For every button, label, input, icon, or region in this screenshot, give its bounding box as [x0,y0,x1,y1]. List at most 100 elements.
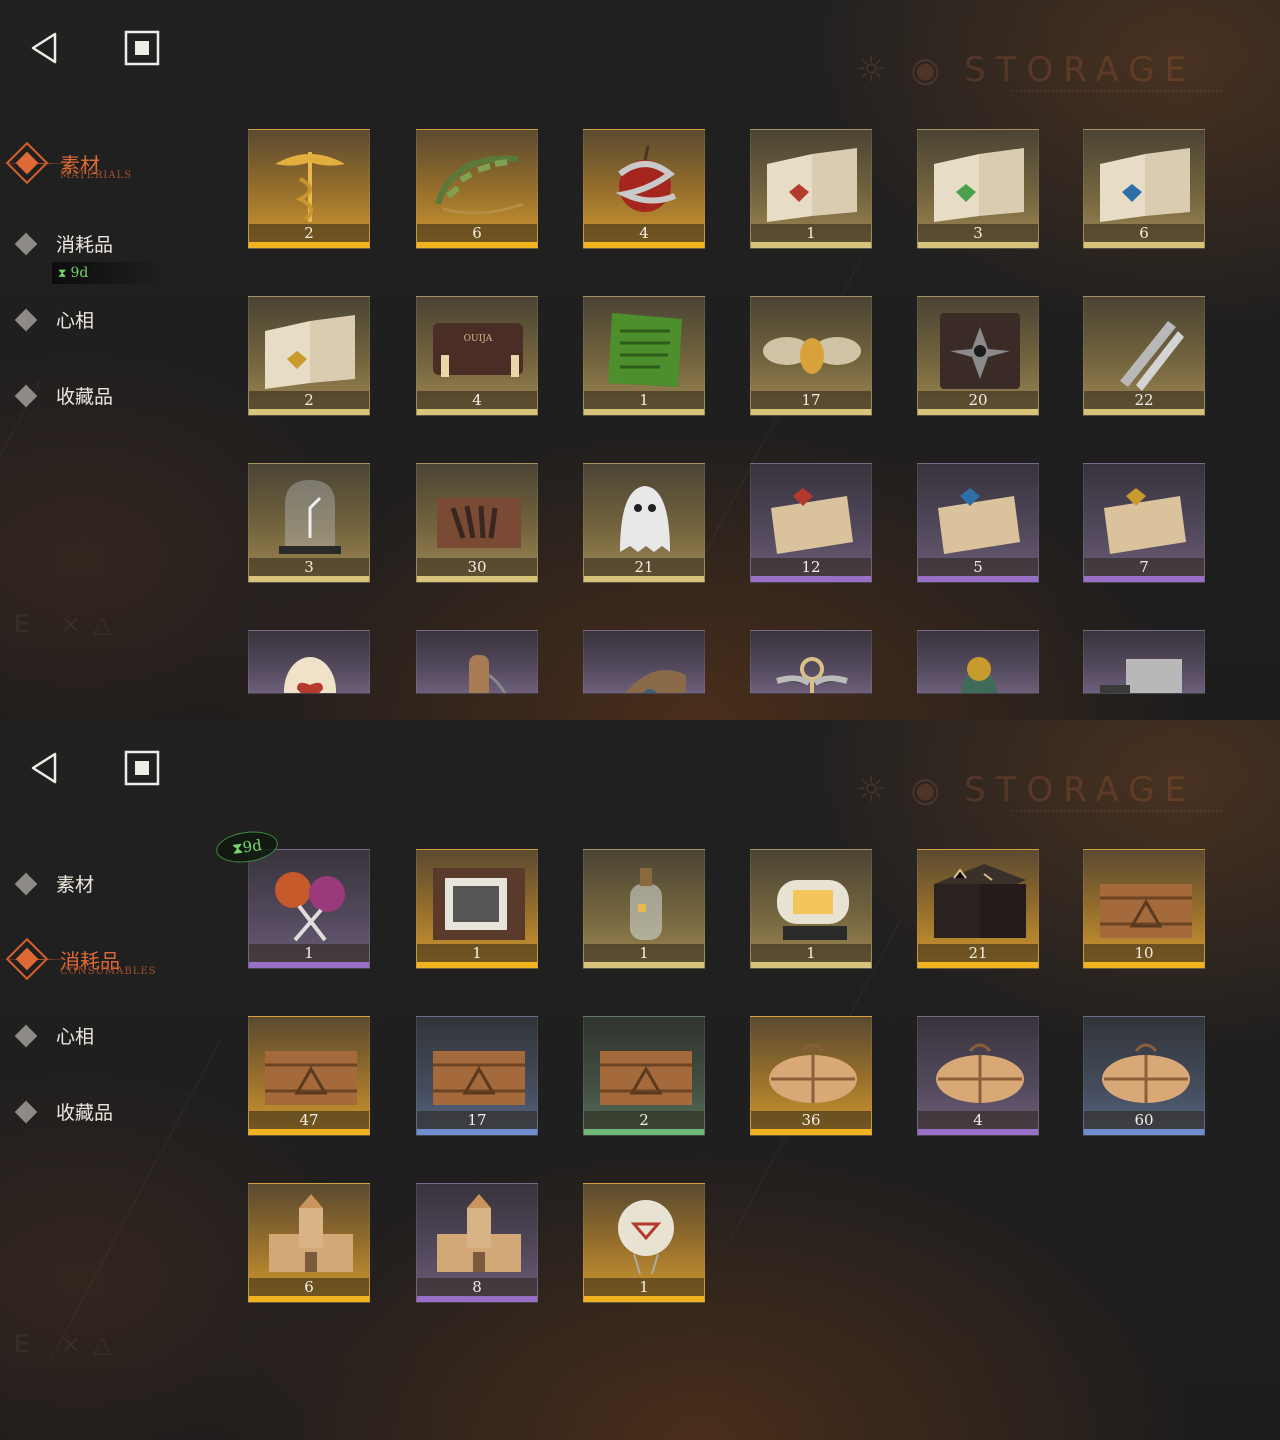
item-slot[interactable]: 10 [1083,849,1205,969]
item-slot[interactable]: 3 [248,463,370,583]
item-slot[interactable]: 6 [416,129,538,249]
rarity-bar [751,962,871,968]
item-slot[interactable]: 12 [750,463,872,583]
item-slot[interactable] [750,630,872,694]
item-slot[interactable]: 4 [583,129,705,249]
wood-crate-icon [600,1051,692,1105]
chain-bottle-icon [469,655,507,693]
gold-gem-book-icon [265,315,355,389]
item-count: 36 [751,1111,871,1129]
decorative-watermark: E ×△ [14,1330,124,1358]
rarity-bar [249,576,369,582]
item-slot[interactable]: 7 [1083,463,1205,583]
item-slot[interactable]: 1 [583,849,705,969]
castle-icon [437,1194,521,1272]
item-slot[interactable]: 30 [416,463,538,583]
item-slot[interactable]: 1 [583,296,705,416]
item-count: 1 [584,944,704,962]
tab-collectibles[interactable]: 收藏品 [14,382,113,409]
item-slot[interactable]: 22 [1083,296,1205,416]
item-slot[interactable]: 4 [917,1016,1039,1136]
rarity-bar [249,242,369,248]
laurel-wreath-icon [435,155,524,215]
item-slot[interactable]: 8 [416,1183,538,1303]
tab-consumables[interactable]: 消耗品 [14,230,113,257]
gold-crate-icon [1100,884,1192,938]
heart-egg-icon [284,657,336,693]
castle-icon [269,1194,353,1272]
item-slot[interactable] [248,630,370,694]
rarity-bar [584,1129,704,1135]
item-slot[interactable]: 1 [248,849,370,969]
item-slot[interactable] [416,630,538,694]
item-slot[interactable]: 20 [917,296,1039,416]
tab-materials[interactable]: 素材 MATERIALS [0,141,131,185]
diamond-icon [14,384,38,407]
item-slot[interactable]: 1 [750,129,872,249]
item-slot[interactable]: 21 [917,849,1039,969]
ouija-board-icon: OUIJA [433,323,523,377]
caduceus-icon [275,152,345,222]
item-slot[interactable] [583,630,705,694]
tab-label: 素材 [56,874,95,896]
rarity-bar [417,1296,537,1302]
item-slot[interactable]: 2 [248,129,370,249]
bottle-icon [630,868,662,940]
silver-ingot-icon [1100,659,1182,693]
rarity-bar [918,409,1038,415]
storage-screen-materials: ☼ ◉ STORAGE 素材 MATERIALS 消耗品 ⧗ 9d 心相 收藏品… [0,0,1280,720]
rarity-bar [751,1129,871,1135]
item-count: 2 [584,1111,704,1129]
blue-gem-book-icon [1100,148,1190,222]
item-slot[interactable]: 47 [248,1016,370,1136]
item-slot[interactable]: OUIJA 4 [416,296,538,416]
tab-label: 心相 [56,310,95,332]
item-slot[interactable]: 1 [583,1183,705,1303]
item-slot[interactable]: 2 [248,296,370,416]
wood-crate-icon [265,1051,357,1105]
green-tablet-icon [608,313,682,387]
rarity-bar [918,242,1038,248]
tab-soul[interactable]: 心相 [14,306,94,333]
rarity-bar [1084,576,1204,582]
tab-soul[interactable]: 心相 [14,1022,94,1049]
tab-consumables[interactable]: 消耗品 CONSUMABLES [0,937,155,981]
item-slot[interactable]: 1 [750,849,872,969]
rune-chest-icon [934,864,1026,938]
item-count: 17 [751,391,871,409]
hand-box-icon [437,498,521,548]
expiry-timer: ⧗ 9d [52,262,162,284]
item-slot[interactable]: 6 [248,1183,370,1303]
storage-screen-consumables: ☼ ◉ STORAGE 素材 消耗品 CONSUMABLES 心相 收藏品 E … [0,720,1280,1440]
item-slot[interactable]: 17 [416,1016,538,1136]
rarity-bar [249,1129,369,1135]
item-slot[interactable]: 5 [917,463,1039,583]
decorative-watermark: E ×△ [14,610,124,638]
item-slot[interactable] [1083,630,1205,694]
diamond-icon [14,232,38,255]
item-slot[interactable]: 21 [583,463,705,583]
item-count: 60 [1084,1111,1204,1129]
tab-collectibles[interactable]: 收藏品 [14,1098,113,1125]
item-slot[interactable]: 60 [1083,1016,1205,1136]
sun-icon: ☼ [856,50,897,90]
parcel-icon [769,1043,857,1103]
rarity-bar [751,409,871,415]
storage-title: ☼ ◉ STORAGE [856,768,1196,812]
bulb-moth-icon [763,337,861,374]
diamond-icon [14,1100,38,1123]
item-slot[interactable]: 6 [1083,129,1205,249]
item-count: 1 [584,391,704,409]
bell-jar-icon [279,480,341,554]
item-slot[interactable]: 2 [583,1016,705,1136]
item-slot[interactable]: 3 [917,129,1039,249]
item-slot[interactable]: 36 [750,1016,872,1136]
item-slot[interactable] [917,630,1039,694]
item-slot[interactable]: 17 [750,296,872,416]
storage-title-text: STORAGE [964,770,1197,810]
rarity-bar [751,576,871,582]
tab-materials[interactable]: 素材 [14,870,94,897]
lock-plate-icon [625,670,686,693]
item-slot[interactable]: 1 [416,849,538,969]
item-count: 4 [918,1111,1038,1129]
